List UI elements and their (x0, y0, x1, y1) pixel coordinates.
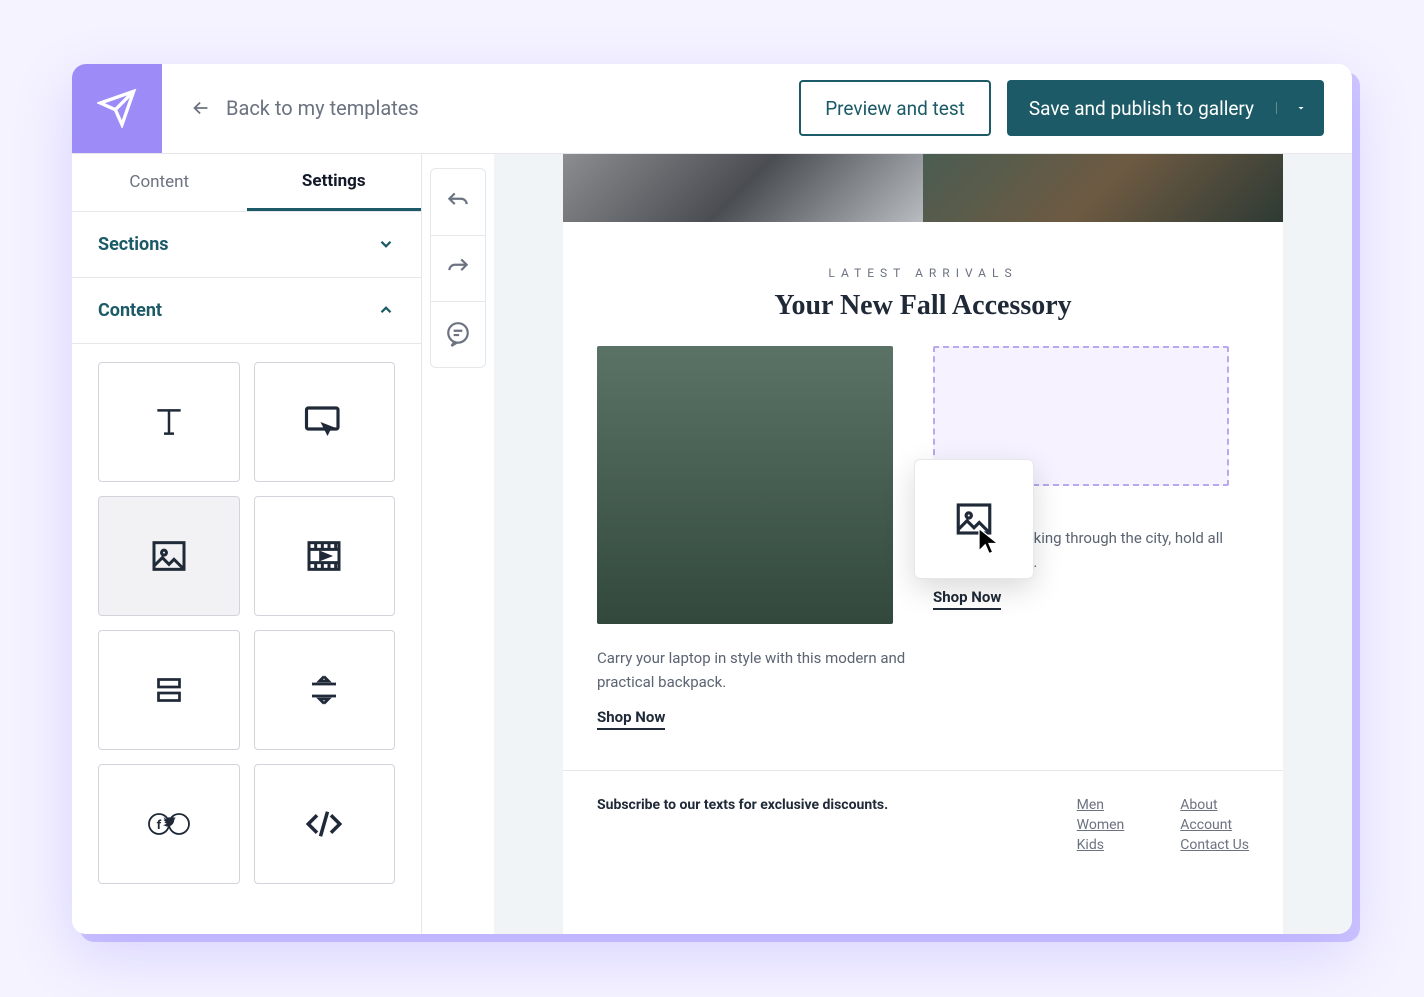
hero-images (563, 154, 1283, 222)
shop-now-right[interactable]: Shop Now (933, 588, 1001, 610)
footer-col-2: About Account Contact Us (1180, 797, 1249, 857)
undo-button[interactable] (431, 169, 485, 235)
content-label: Content (98, 300, 162, 321)
footer-link-men[interactable]: Men (1077, 797, 1125, 813)
tab-settings[interactable]: Settings (247, 154, 422, 211)
canvas[interactable]: LATEST ARRIVALS Your New Fall Accessory … (494, 154, 1352, 934)
social-icon: f (147, 810, 191, 838)
undo-icon (445, 189, 471, 215)
product-description-left: Carry your laptop in style with this mod… (597, 646, 913, 694)
sidebar: Content Settings Sections Content (72, 154, 422, 934)
dragging-image-block[interactable] (914, 459, 1034, 579)
comment-icon (445, 321, 471, 347)
image-icon (149, 536, 189, 576)
arrow-left-icon (190, 97, 212, 119)
email-footer: Subscribe to our texts for exclusive dis… (563, 770, 1283, 883)
arrivals-section: LATEST ARRIVALS Your New Fall Accessory (563, 222, 1283, 346)
save-publish-button-group: Save and publish to gallery (1007, 80, 1324, 136)
video-block-tile[interactable] (254, 496, 396, 616)
divider-block-tile[interactable] (254, 630, 396, 750)
left-column: Carry your laptop in style with this mod… (597, 346, 913, 730)
tab-settings-label: Settings (302, 171, 366, 191)
footer-link-about[interactable]: About (1180, 797, 1249, 813)
save-publish-button[interactable]: Save and publish to gallery (1007, 97, 1276, 120)
sections-label: Sections (98, 234, 169, 255)
button-icon (303, 401, 345, 443)
tab-content-label: Content (129, 172, 189, 192)
svg-text:f: f (156, 818, 161, 833)
code-block-tile[interactable] (254, 764, 396, 884)
button-block-tile[interactable] (254, 362, 396, 482)
shop-now-left[interactable]: Shop Now (597, 708, 665, 730)
preview-button[interactable]: Preview and test (799, 80, 991, 136)
hero-image-left[interactable] (563, 154, 923, 222)
headline-text: Your New Fall Accessory (563, 290, 1283, 322)
back-to-templates[interactable]: Back to my templates (162, 96, 799, 120)
sections-accordion[interactable]: Sections (72, 212, 421, 278)
chevron-up-icon (377, 301, 395, 319)
redo-button[interactable] (431, 235, 485, 301)
footer-link-account[interactable]: Account (1180, 817, 1249, 833)
save-publish-dropdown[interactable] (1276, 102, 1324, 114)
app-logo[interactable] (72, 64, 162, 154)
social-block-tile[interactable]: f (98, 764, 240, 884)
code-icon (303, 803, 345, 845)
back-label: Back to my templates (226, 96, 419, 120)
footer-link-women[interactable]: Women (1077, 817, 1125, 833)
preview-label: Preview and test (825, 97, 965, 120)
redo-icon (445, 255, 471, 281)
footer-cta: Subscribe to our texts for exclusive dis… (597, 797, 1037, 857)
tab-content[interactable]: Content (72, 154, 247, 211)
footer-links: Men Women Kids About Account Contact Us (1077, 797, 1249, 857)
text-block-tile[interactable] (98, 362, 240, 482)
send-icon (97, 88, 137, 128)
text-icon (149, 402, 189, 442)
caret-down-icon (1295, 102, 1307, 114)
tools-box (430, 168, 486, 368)
topbar: Back to my templates Preview and test Sa… (72, 64, 1352, 154)
footer-link-contact[interactable]: Contact Us (1180, 837, 1249, 853)
publish-label: Save and publish to gallery (1029, 97, 1254, 120)
chevron-down-icon (377, 235, 395, 253)
comment-button[interactable] (431, 301, 485, 367)
tools-column (422, 154, 494, 934)
footer-link-kids[interactable]: Kids (1077, 837, 1125, 853)
sidebar-tabs: Content Settings (72, 154, 421, 212)
footer-col-1: Men Women Kids (1077, 797, 1125, 857)
product-image[interactable] (597, 346, 893, 624)
hero-image-right[interactable] (923, 154, 1283, 222)
topbar-actions: Preview and test Save and publish to gal… (799, 80, 1352, 136)
app-frame: Back to my templates Preview and test Sa… (72, 64, 1352, 934)
spacer-block-tile[interactable] (98, 630, 240, 750)
block-grid: f (72, 344, 421, 902)
cursor-icon (974, 524, 1004, 558)
body-row: Content Settings Sections Content (72, 154, 1352, 934)
content-accordion[interactable]: Content (72, 278, 421, 344)
image-block-tile[interactable] (98, 496, 240, 616)
eyebrow-text: LATEST ARRIVALS (563, 266, 1283, 280)
video-icon (304, 536, 344, 576)
spacer-icon (151, 672, 187, 708)
divider-icon (306, 672, 342, 708)
